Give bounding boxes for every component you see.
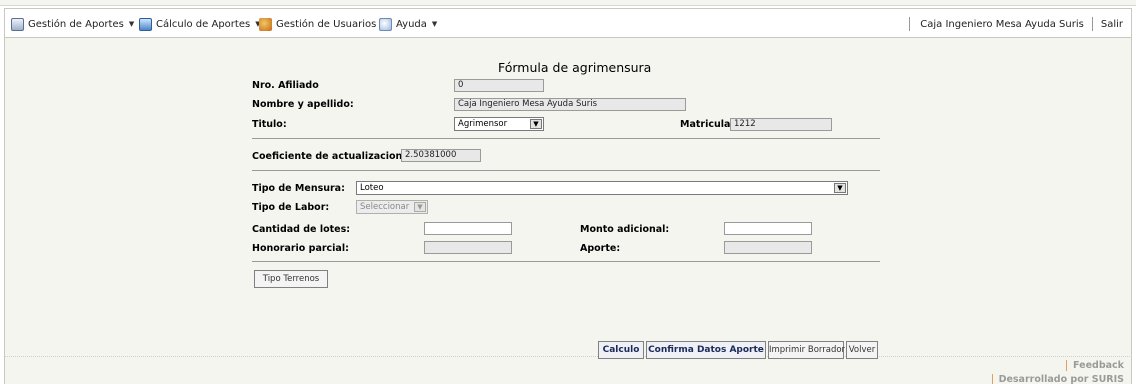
chevron-down-icon: ▼ xyxy=(128,20,135,28)
help-icon xyxy=(379,17,392,31)
titulo-select-value: Agrimensor xyxy=(458,119,508,129)
divider xyxy=(252,170,880,171)
tipo-mensura-label: Tipo de Mensura: xyxy=(252,183,345,194)
volver-button[interactable]: Volver xyxy=(846,341,878,359)
dropdown-arrow-icon: ▼ xyxy=(414,202,426,212)
divider xyxy=(252,261,880,262)
aporte-field[interactable] xyxy=(724,241,812,254)
nombre-field[interactable]: Caja Ingeniero Mesa Ayuda Suris xyxy=(454,98,686,111)
page-title: Fórmula de agrimensura xyxy=(498,60,652,75)
menu-gestion-usuarios[interactable]: Gestión de Usuarios ▼ xyxy=(259,17,387,31)
imprimir-borrador-button[interactable]: Imprimir Borrador xyxy=(768,341,845,359)
developed-by: Desarrollado por SURIS xyxy=(991,374,1124,384)
coeficiente-field[interactable]: 2.50381000 xyxy=(401,149,481,162)
footer xyxy=(4,356,1132,384)
monto-adicional-label: Monto adicional: xyxy=(580,224,670,235)
tipo-mensura-select[interactable]: Loteo ▼ xyxy=(356,181,848,195)
divider xyxy=(1091,17,1093,31)
titulo-label: Titulo: xyxy=(252,119,287,130)
cantidad-lotes-label: Cantidad de lotes: xyxy=(252,224,351,235)
top-strip xyxy=(0,0,1136,6)
menu-bar: Gestión de Aportes ▼ Cálculo de Aportes … xyxy=(4,8,1132,38)
chevron-down-icon: ▼ xyxy=(431,20,438,28)
cantidad-lotes-input[interactable] xyxy=(424,222,512,235)
divider xyxy=(909,17,911,31)
user-area: Caja Ingeniero Mesa Ayuda Suris Salir xyxy=(909,17,1123,31)
nombre-label: Nombre y apellido: xyxy=(252,99,354,110)
titulo-select[interactable]: Agrimensor ▼ xyxy=(454,117,544,131)
afiliado-label: Nro. Afiliado xyxy=(252,80,319,91)
menu-gestion-usuarios-label: Gestión de Usuarios xyxy=(276,18,377,30)
tipo-labor-select-value: Seleccionar xyxy=(360,202,410,212)
menu-gestion-aportes-label: Gestión de Aportes xyxy=(28,18,124,30)
monto-adicional-input[interactable] xyxy=(724,222,812,235)
afiliado-field[interactable]: 0 xyxy=(454,79,544,92)
developed-by-label: Desarrollado por SURIS xyxy=(998,374,1124,384)
divider xyxy=(1066,360,1068,371)
menu-ayuda-label: Ayuda xyxy=(396,18,427,30)
confirma-datos-aporte-button[interactable]: Confirma Datos Aporte xyxy=(646,341,766,359)
menu-gestion-aportes[interactable]: Gestión de Aportes ▼ xyxy=(11,17,134,31)
menu-calculo-aportes[interactable]: Cálculo de Aportes ▼ xyxy=(139,17,261,31)
main-content xyxy=(4,38,1132,360)
tipo-terrenos-button[interactable]: Tipo Terrenos xyxy=(254,270,328,288)
tipo-labor-select[interactable]: Seleccionar ▼ xyxy=(356,200,428,214)
coeficiente-label: Coeficiente de actualizacion: xyxy=(252,151,407,162)
menu-ayuda[interactable]: Ayuda ▼ xyxy=(379,17,437,31)
tipo-mensura-select-value: Loteo xyxy=(360,183,384,193)
calculator-icon xyxy=(139,17,152,31)
logout-link[interactable]: Salir xyxy=(1101,19,1123,30)
dropdown-arrow-icon: ▼ xyxy=(834,183,846,193)
document-icon xyxy=(11,17,24,31)
feedback-label: Feedback xyxy=(1073,360,1124,371)
users-icon xyxy=(259,17,272,31)
divider xyxy=(991,374,993,384)
honorario-parcial-label: Honorario parcial: xyxy=(252,243,349,254)
matricula-field[interactable]: 1212 xyxy=(730,118,832,131)
dropdown-arrow-icon: ▼ xyxy=(530,119,542,129)
matricula-label: Matricula xyxy=(680,119,731,130)
divider xyxy=(252,138,880,139)
feedback-link[interactable]: Feedback xyxy=(1066,360,1124,371)
user-name: Caja Ingeniero Mesa Ayuda Suris xyxy=(920,18,1084,30)
menu-calculo-aportes-label: Cálculo de Aportes xyxy=(156,18,251,30)
calculo-button[interactable]: Calculo xyxy=(598,341,644,359)
honorario-parcial-field[interactable] xyxy=(424,241,512,254)
tipo-labor-label: Tipo de Labor: xyxy=(252,202,330,213)
aporte-label: Aporte: xyxy=(580,243,621,254)
